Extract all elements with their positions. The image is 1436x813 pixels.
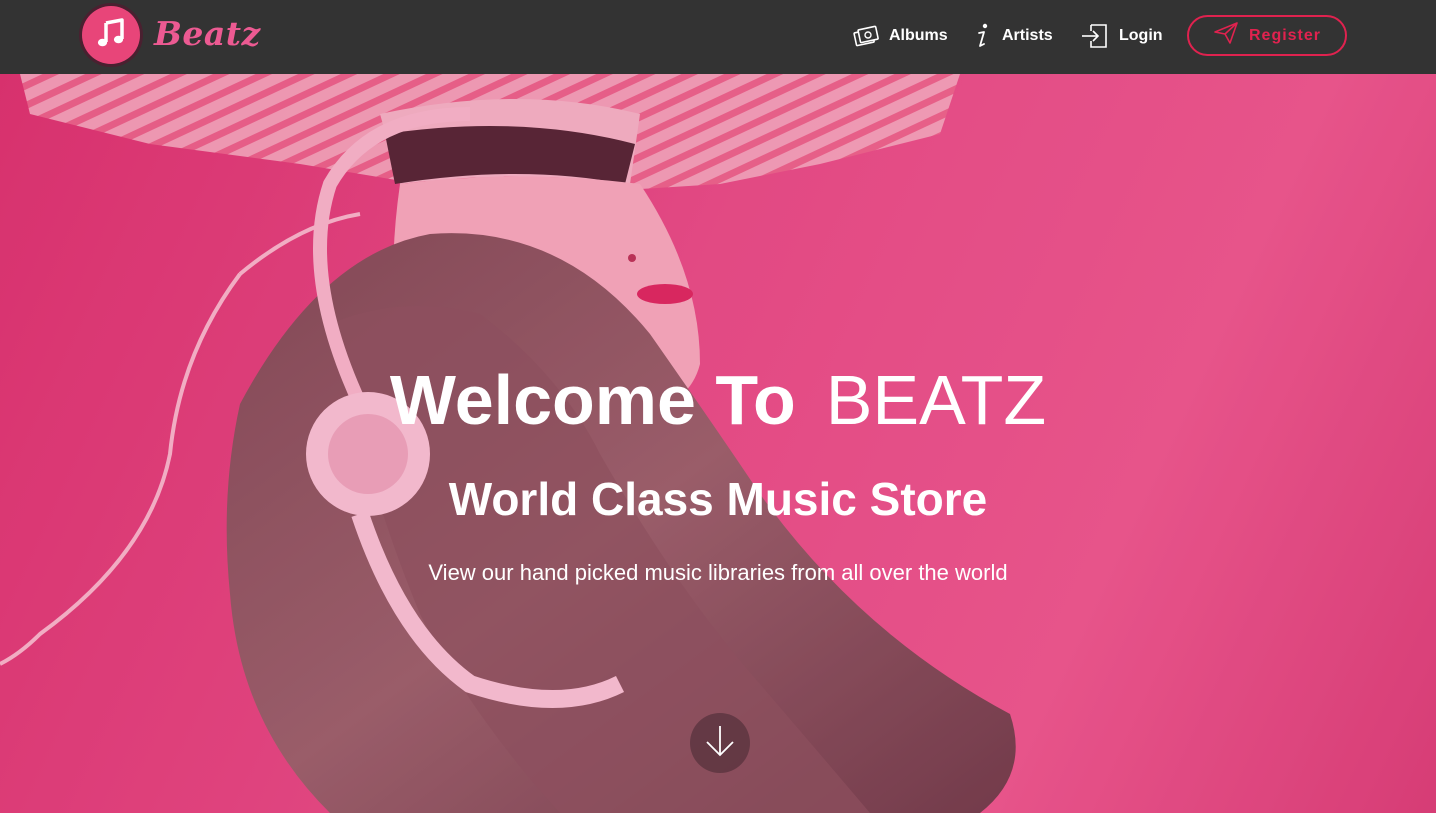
scroll-down-button[interactable]	[690, 713, 750, 773]
nav-artists[interactable]: Artists	[972, 20, 1053, 52]
arrow-down-icon	[703, 723, 737, 763]
hero-title-bold: Welcome To	[389, 361, 796, 439]
nav-login[interactable]: Login	[1081, 20, 1163, 52]
logo-badge[interactable]	[82, 6, 140, 64]
hero-title-brand: BEATZ	[825, 361, 1047, 439]
hero-subtitle: World Class Music Store	[448, 473, 988, 525]
register-label: Register	[1248, 26, 1322, 44]
nav-artists-label: Artists	[1002, 27, 1053, 44]
login-icon	[1081, 23, 1109, 49]
hero-tint-overlay	[0, 74, 1436, 813]
hero-section: Welcome To BEATZ World Class Music Store …	[0, 74, 1436, 813]
paper-plane-icon	[1213, 21, 1239, 50]
brand-name[interactable]: Beatz	[154, 14, 261, 53]
hero-title: Welcome To BEATZ	[0, 360, 1436, 440]
music-note-icon	[94, 16, 128, 54]
nav-albums-label: Albums	[889, 27, 948, 44]
register-button[interactable]: Register	[1187, 15, 1347, 56]
nav-albums[interactable]: Albums	[853, 20, 948, 52]
info-icon	[972, 22, 992, 50]
nav-login-label: Login	[1119, 27, 1163, 44]
top-navbar: Beatz Albums Artists Login Register	[0, 0, 1436, 74]
hero-tagline: View our hand picked music libraries fro…	[428, 560, 1008, 585]
albums-icon	[853, 25, 879, 47]
